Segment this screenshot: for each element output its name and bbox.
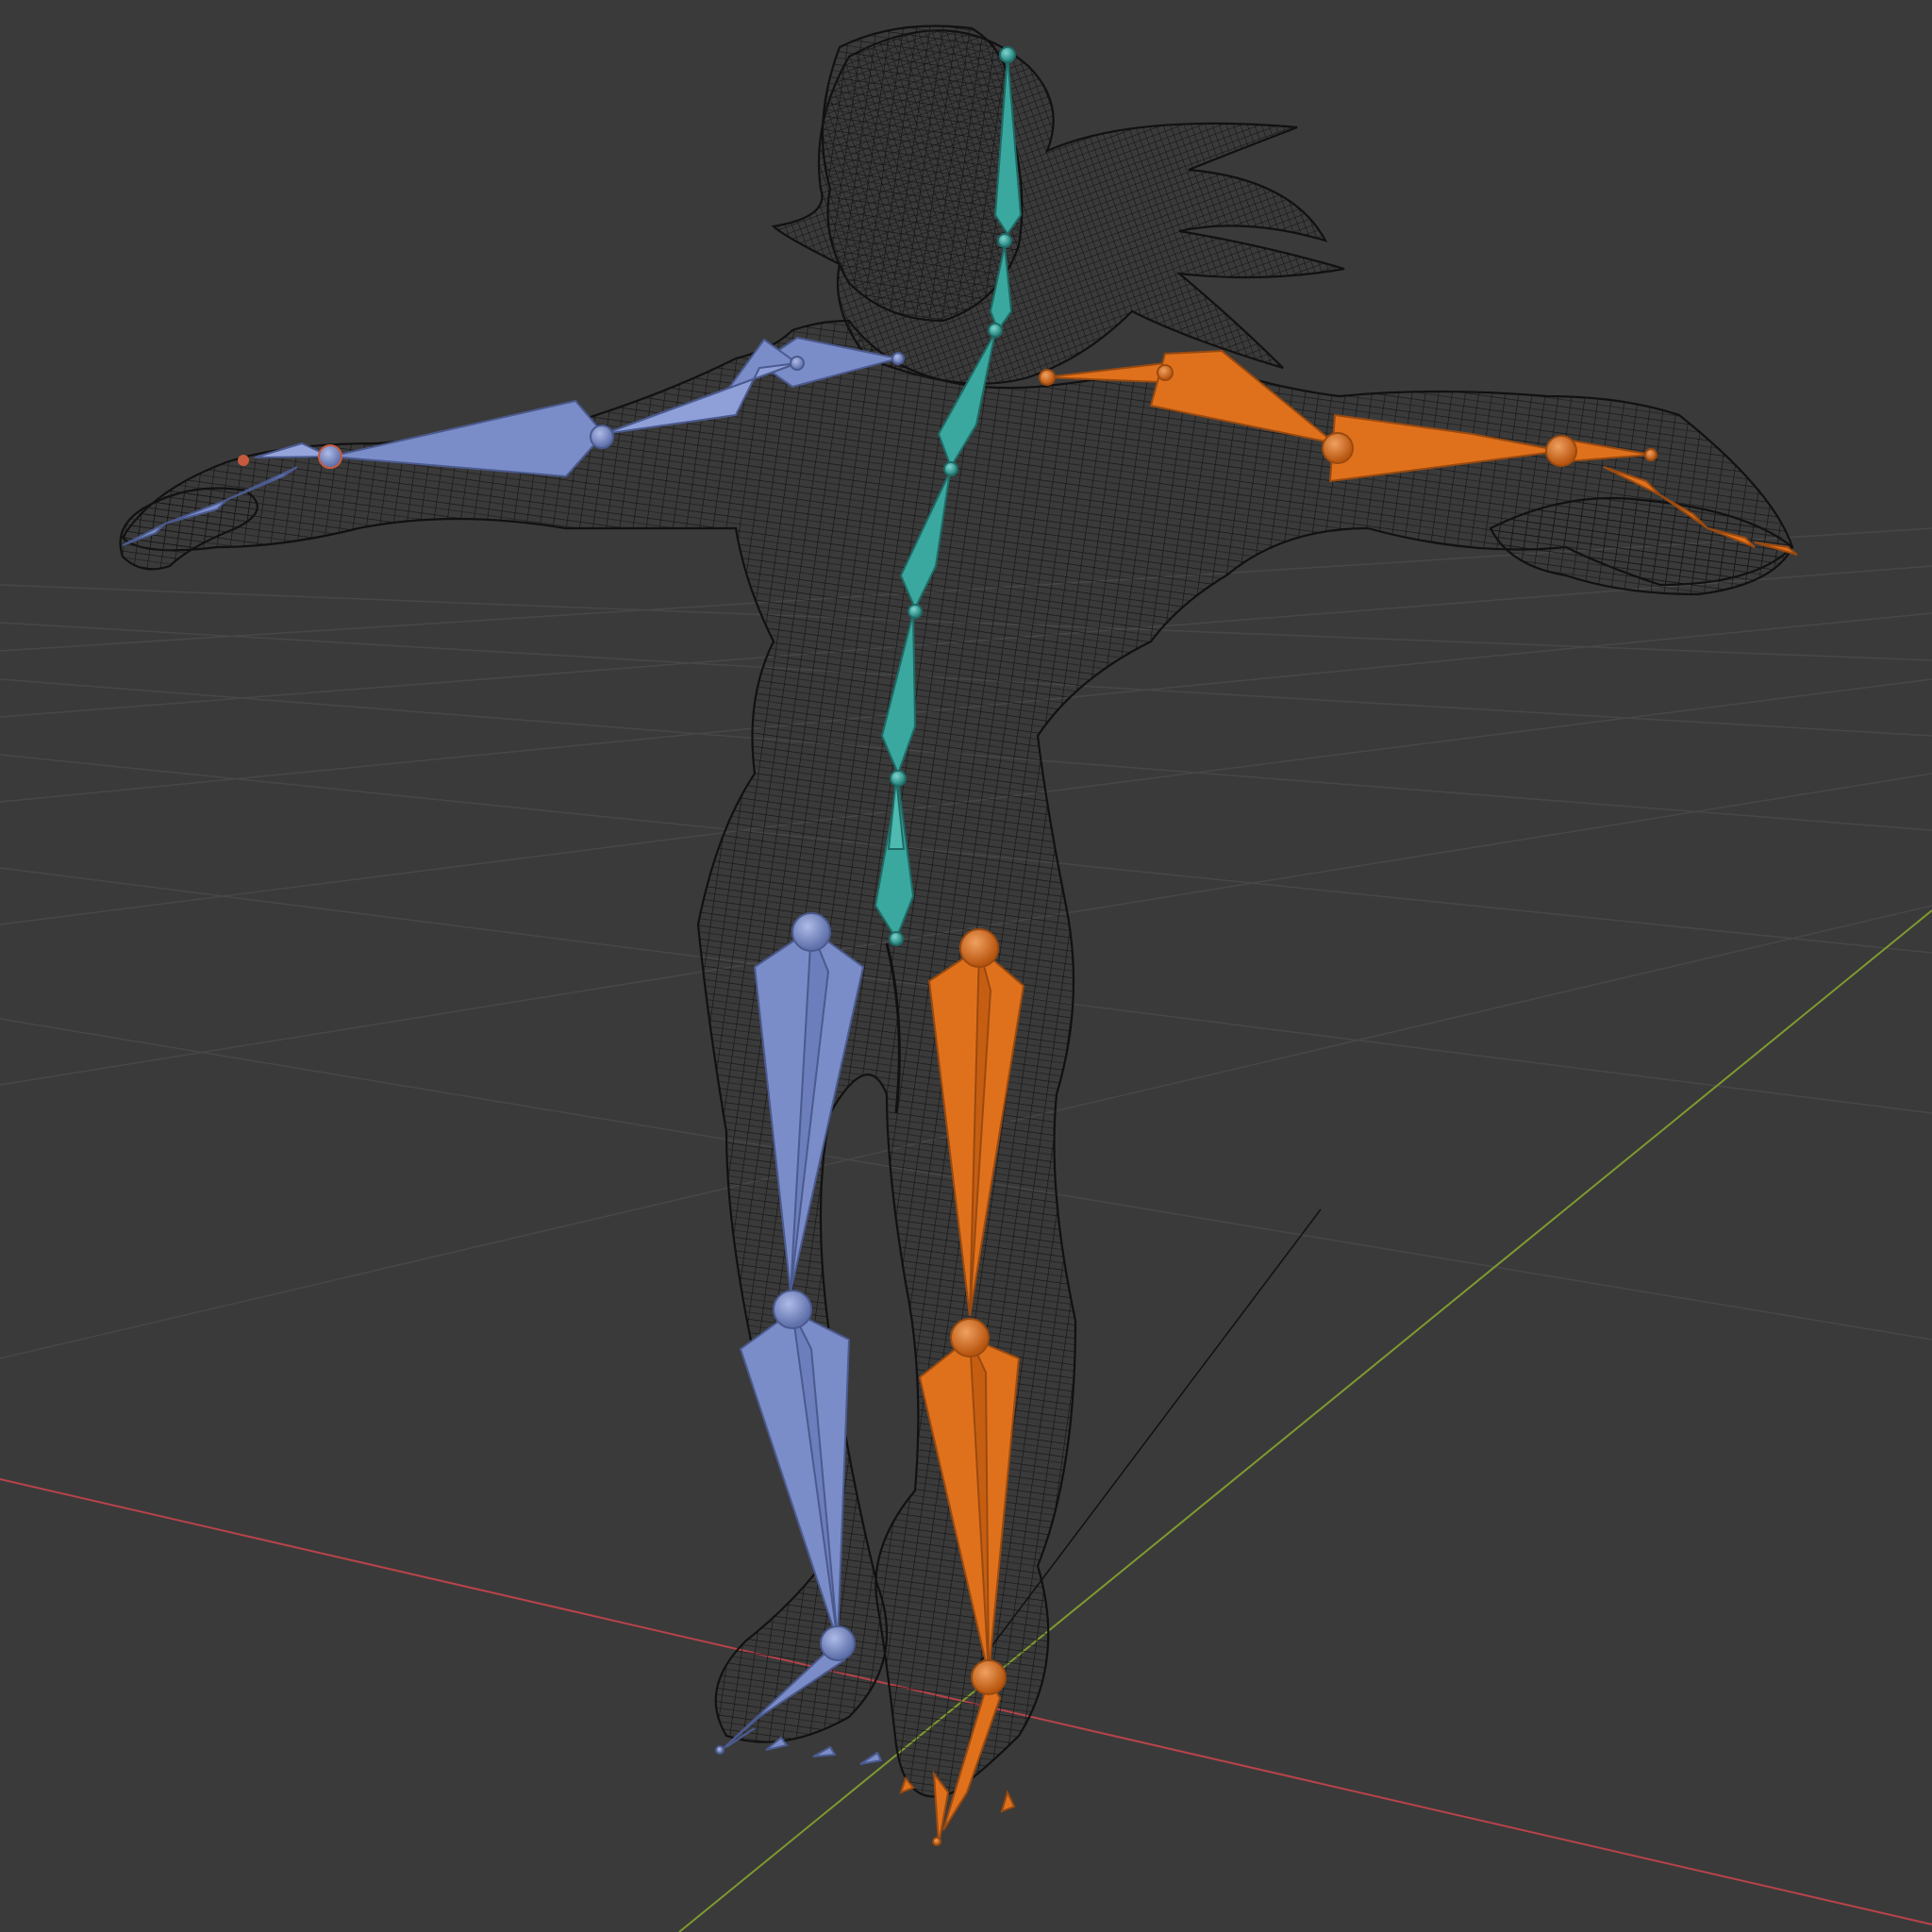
joint-neck — [997, 233, 1012, 248]
joint-spine-1 — [908, 604, 923, 619]
joint-right-elbow — [1322, 432, 1354, 464]
joint-left-shoulder-tip — [891, 352, 905, 365]
joint-right-wrist — [1545, 435, 1577, 467]
joint-right-hip — [959, 928, 999, 968]
3d-viewport[interactable] — [0, 0, 1932, 1932]
joint-right-shoulder — [1157, 364, 1174, 381]
joint-left-shoulder — [790, 356, 805, 371]
joint-left-hand-tip — [238, 455, 249, 466]
head-mesh — [821, 25, 1024, 323]
joint-left-knee — [773, 1290, 812, 1329]
joint-hips — [890, 770, 907, 787]
joint-chest — [988, 323, 1003, 338]
joint-root — [889, 931, 904, 946]
joint-left-hip — [791, 912, 831, 952]
joint-right-toe-tip — [932, 1837, 941, 1846]
joint-left-elbow — [590, 425, 614, 449]
joint-left-toe-tip — [715, 1745, 724, 1755]
joint-left-ankle — [820, 1625, 856, 1661]
joint-right-shoulder-tip — [1039, 369, 1056, 386]
joint-spine-2 — [943, 461, 958, 476]
joint-right-ankle — [971, 1659, 1007, 1695]
joint-head-top — [999, 46, 1016, 63]
joint-left-wrist — [318, 444, 342, 469]
joint-right-hand-tip — [1644, 448, 1657, 461]
joint-right-knee — [950, 1318, 990, 1357]
